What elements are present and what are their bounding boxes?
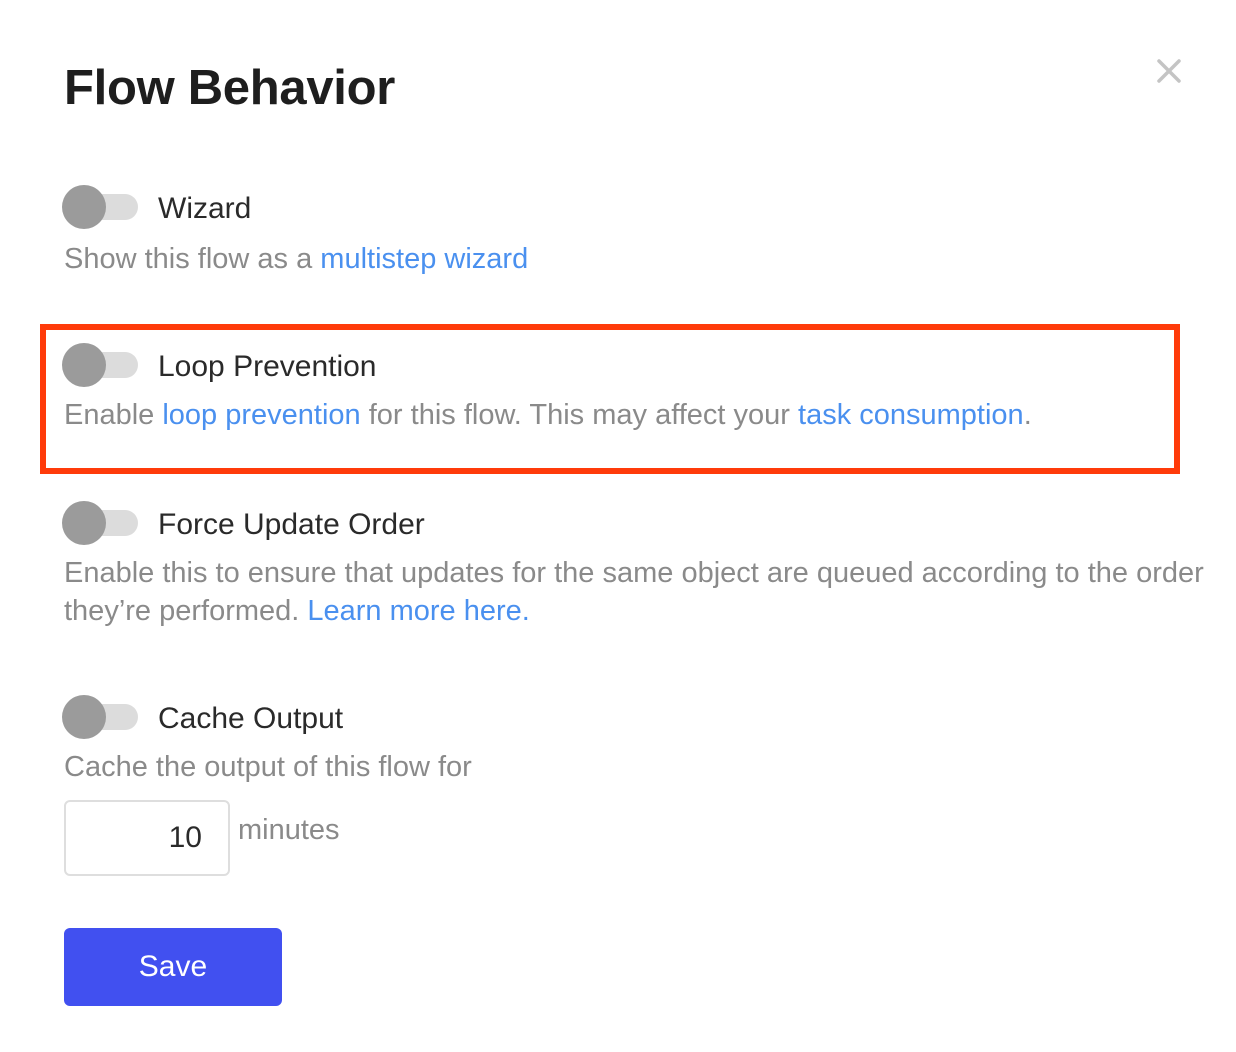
loop-desc-suffix: . xyxy=(1023,399,1032,431)
loop-prevention-link[interactable]: loop prevention xyxy=(162,399,360,431)
wizard-label: Wizard xyxy=(158,192,252,225)
force-desc-text: Enable this to ensure that updates for t… xyxy=(64,557,1204,627)
loop-desc-prefix: Enable xyxy=(64,399,163,431)
cache-minutes-input[interactable] xyxy=(64,800,230,876)
cache-output-description: Cache the output of this flow for xyxy=(64,751,472,783)
save-button[interactable]: Save xyxy=(64,928,282,1006)
task-consumption-link[interactable]: task consumption xyxy=(798,399,1024,431)
loop-desc-middle: for this flow. This may affect your xyxy=(360,399,799,431)
wizard-description: Show this flow as a multistep wizard xyxy=(64,240,1204,278)
toggle-knob xyxy=(62,185,106,229)
toggle-knob xyxy=(62,343,106,387)
force-update-order-label: Force Update Order xyxy=(158,508,425,541)
wizard-desc-text: Show this flow as a xyxy=(64,243,321,275)
cache-output-toggle[interactable] xyxy=(62,694,140,740)
dialog-title: Flow Behavior xyxy=(64,61,395,115)
loop-prevention-toggle[interactable] xyxy=(62,342,140,388)
minutes-unit-label: minutes xyxy=(238,814,340,846)
loop-prevention-label: Loop Prevention xyxy=(158,350,377,383)
force-update-order-description: Enable this to ensure that updates for t… xyxy=(64,554,1204,630)
force-update-order-toggle[interactable] xyxy=(62,500,140,546)
wizard-toggle[interactable] xyxy=(62,184,140,230)
loop-prevention-description: Enable loop prevention for this flow. Th… xyxy=(64,396,1204,434)
learn-more-link[interactable]: Learn more here. xyxy=(307,595,529,627)
close-icon[interactable] xyxy=(1150,52,1188,90)
toggle-knob xyxy=(62,501,106,545)
flow-behavior-dialog: Flow Behavior Wizard Show this flow as a… xyxy=(0,0,1236,1052)
cache-output-label: Cache Output xyxy=(158,702,344,735)
toggle-knob xyxy=(62,695,106,739)
multistep-wizard-link[interactable]: multistep wizard xyxy=(320,243,528,275)
